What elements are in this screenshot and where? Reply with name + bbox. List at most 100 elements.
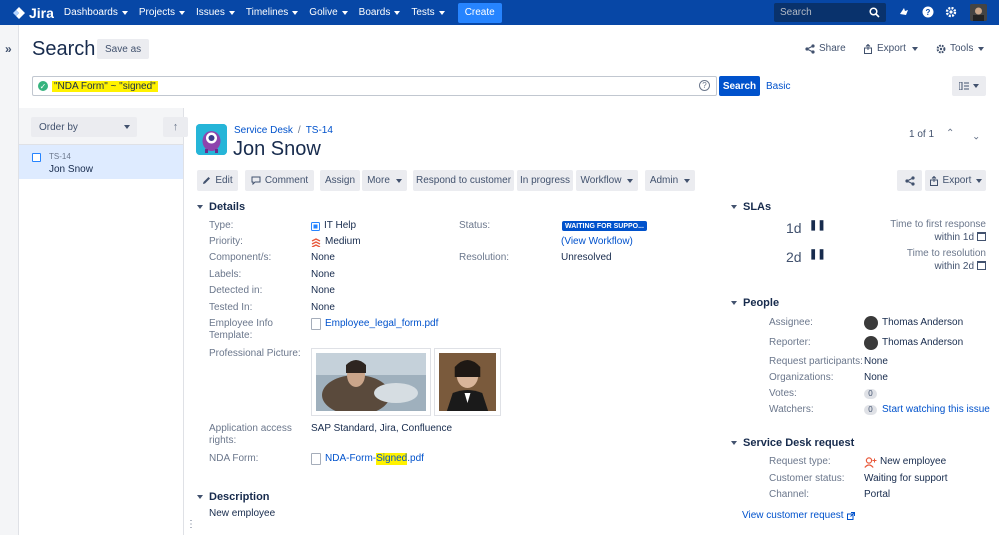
assignee-value[interactable]: Thomas Anderson bbox=[864, 316, 963, 330]
jql-query-text: "NDA Form" ~ "signed" bbox=[52, 80, 158, 92]
more-button[interactable]: More bbox=[362, 170, 407, 191]
nda-form-label: NDA Form: bbox=[209, 453, 259, 464]
collapse-icon bbox=[731, 205, 737, 209]
view-workflow-link[interactable]: (View Workflow) bbox=[561, 236, 633, 248]
export-issue-button[interactable]: Export bbox=[925, 170, 986, 191]
admin-label: Admin bbox=[649, 175, 679, 186]
basic-mode-link[interactable]: Basic bbox=[766, 81, 790, 92]
list-item[interactable]: TS-14 Jon Snow bbox=[19, 145, 183, 179]
settings-gear-icon[interactable] bbox=[945, 6, 957, 18]
nav-tests[interactable]: Tests bbox=[411, 7, 445, 18]
customer-status-value: Waiting for support bbox=[864, 473, 948, 484]
issue-title[interactable]: Jon Snow bbox=[233, 138, 321, 161]
assign-button[interactable]: Assign bbox=[320, 170, 360, 191]
next-issue-icon[interactable]: ⌃ bbox=[972, 129, 980, 140]
jql-query-input[interactable]: ✓ "NDA Form" ~ "signed" ? bbox=[32, 76, 717, 96]
user-avatar-image bbox=[970, 4, 987, 21]
order-by-dropdown[interactable]: Order by bbox=[31, 117, 137, 137]
jira-logo[interactable]: Jira bbox=[12, 5, 54, 21]
previous-issue-icon[interactable]: ⌃ bbox=[946, 128, 954, 139]
breadcrumb: Service Desk / TS-14 bbox=[234, 125, 333, 136]
request-type-value: New employee bbox=[864, 456, 946, 468]
nav-boards[interactable]: Boards bbox=[359, 7, 401, 18]
watchers-label: Watchers: bbox=[769, 404, 814, 415]
tools-button[interactable]: Tools bbox=[936, 43, 985, 54]
type-value: IT Help bbox=[311, 220, 356, 232]
employee-form-attachment[interactable]: Employee_legal_form.pdf bbox=[311, 318, 438, 330]
comment-button[interactable]: Comment bbox=[245, 170, 314, 191]
collapse-icon bbox=[197, 495, 203, 499]
assignee-name: Thomas Anderson bbox=[882, 317, 964, 328]
edit-button[interactable]: Edit bbox=[197, 170, 238, 191]
admin-button[interactable]: Admin bbox=[645, 170, 695, 191]
issue-summary: Jon Snow bbox=[49, 164, 93, 175]
share-issue-button[interactable] bbox=[897, 170, 922, 191]
layout-switcher-button[interactable] bbox=[952, 76, 986, 96]
export-icon bbox=[929, 175, 938, 186]
create-button[interactable]: Create bbox=[457, 2, 502, 23]
in-progress-button[interactable]: In progress bbox=[517, 170, 573, 191]
collapse-icon bbox=[731, 301, 737, 305]
organizations-value: None bbox=[864, 372, 888, 383]
sla-due-text: within 2d bbox=[934, 261, 974, 272]
details-section-toggle[interactable]: Details bbox=[197, 201, 245, 213]
chevron-down-icon bbox=[911, 46, 918, 51]
channel-value: Portal bbox=[864, 489, 891, 500]
service-desk-section-toggle[interactable]: Service Desk request bbox=[731, 437, 854, 449]
project-avatar[interactable] bbox=[196, 124, 227, 155]
search-results-panel: Order by ↑ TS-14 Jon Snow bbox=[19, 108, 188, 535]
collapse-icon bbox=[731, 441, 737, 445]
project-avatar-image bbox=[196, 124, 227, 155]
start-watching-link[interactable]: Start watching this issue bbox=[882, 404, 990, 416]
service-desk-heading: Service Desk request bbox=[743, 437, 855, 449]
user-avatar[interactable] bbox=[970, 4, 987, 21]
view-customer-request-link[interactable]: View customer request bbox=[742, 510, 855, 522]
nav-golive[interactable]: Golive bbox=[309, 7, 348, 18]
chevron-down-icon bbox=[178, 10, 185, 15]
breadcrumb-issue-key[interactable]: TS-14 bbox=[306, 125, 333, 136]
order-by-label: Order by bbox=[39, 121, 78, 133]
page-title: Search bbox=[32, 38, 96, 60]
picture-thumbnail-2[interactable] bbox=[434, 348, 501, 416]
nav-dashboards[interactable]: Dashboards bbox=[64, 7, 128, 18]
export-button[interactable]: Export bbox=[863, 43, 918, 54]
pdf-file-icon bbox=[311, 453, 321, 465]
detected-in-label: Detected in: bbox=[209, 285, 263, 296]
nav-projects[interactable]: Projects bbox=[139, 7, 185, 18]
nav-label: Dashboards bbox=[63, 7, 118, 18]
save-as-button[interactable]: Save as bbox=[97, 39, 150, 59]
breadcrumb-project[interactable]: Service Desk bbox=[234, 125, 293, 136]
chevron-down-icon bbox=[438, 10, 445, 15]
votes-value[interactable]: 0 bbox=[864, 389, 882, 399]
help-icon[interactable]: ? bbox=[922, 6, 934, 18]
sort-direction-button[interactable]: ↑ bbox=[163, 117, 188, 137]
respond-to-customer-button[interactable]: Respond to customer bbox=[413, 170, 514, 191]
nav-issues[interactable]: Issues bbox=[196, 7, 235, 18]
share-label: Share bbox=[819, 43, 846, 54]
slas-section-toggle[interactable]: SLAs bbox=[731, 201, 771, 213]
people-section-toggle[interactable]: People bbox=[731, 297, 779, 309]
chevron-down-icon bbox=[978, 46, 985, 51]
watchers-value: 0 Start watching this issue bbox=[864, 404, 990, 416]
expand-sidebar-icon[interactable]: » bbox=[5, 42, 12, 56]
nda-form-attachment[interactable]: NDA-Form- Signed .pdf bbox=[311, 453, 424, 465]
search-button[interactable]: Search bbox=[719, 76, 760, 96]
nav-timelines[interactable]: Timelines bbox=[246, 7, 299, 18]
valid-query-check-icon: ✓ bbox=[38, 81, 48, 91]
export-label: Export bbox=[942, 175, 972, 186]
picture-thumbnail-1[interactable] bbox=[311, 348, 431, 416]
share-icon bbox=[904, 175, 915, 186]
syntax-help-icon[interactable]: ? bbox=[699, 80, 710, 91]
chevron-down-icon bbox=[341, 10, 348, 15]
panel-resize-handle[interactable]: ⋮ bbox=[186, 519, 196, 530]
label-line: rights: bbox=[209, 435, 237, 446]
assignee-label: Assignee: bbox=[769, 317, 813, 328]
notifications-icon[interactable] bbox=[898, 6, 910, 18]
description-section-toggle[interactable]: Description bbox=[197, 491, 270, 503]
workflow-button[interactable]: Workflow bbox=[576, 170, 638, 191]
reporter-value[interactable]: Thomas Anderson bbox=[864, 336, 963, 350]
gear-icon bbox=[936, 44, 946, 53]
global-search-input[interactable]: Search bbox=[774, 3, 886, 22]
search-placeholder: Search bbox=[780, 7, 812, 18]
share-button[interactable]: Share bbox=[805, 43, 846, 54]
